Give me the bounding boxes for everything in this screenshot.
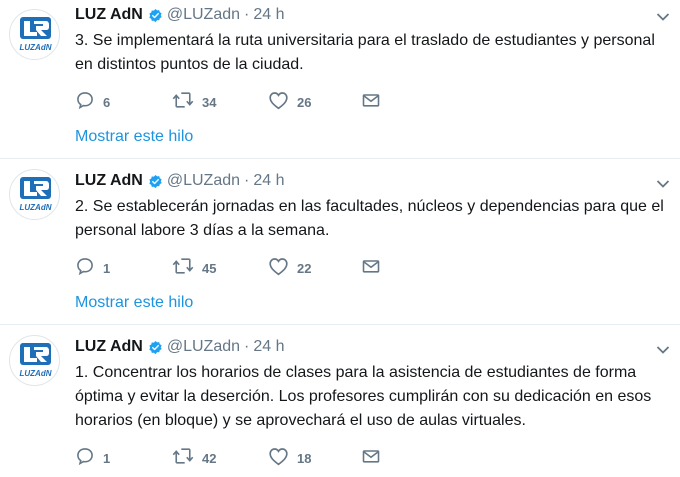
luz-adn-logo-icon: LUZAdN	[20, 177, 52, 212]
tweet-text: 2. Se establecerán jornadas en las facul…	[75, 195, 670, 243]
svg-text:LUZAdN: LUZAdN	[20, 203, 52, 212]
verified-icon	[148, 340, 163, 355]
like-button[interactable]: 26	[268, 90, 312, 115]
direct-message-button[interactable]	[361, 448, 381, 468]
tweet-text: 3. Se implementará la ruta universitaria…	[75, 29, 670, 77]
direct-message-button[interactable]	[361, 258, 381, 278]
luz-adn-logo-icon: LUZAdN	[20, 343, 52, 378]
retweet-button[interactable]: 34	[172, 90, 217, 115]
retweet-button[interactable]: 42	[172, 446, 217, 471]
tweet[interactable]: LUZAdN LUZ AdN @LUZadn · 24 h 1. Concent…	[0, 326, 680, 477]
timestamp[interactable]: 24 h	[253, 172, 284, 190]
tweet-actions: 1 45 22	[75, 256, 405, 281]
user-handle[interactable]: @LUZadn	[167, 338, 240, 356]
chevron-down-icon[interactable]	[656, 9, 670, 27]
retweet-icon	[172, 90, 194, 115]
avatar[interactable]: LUZAdN	[9, 335, 60, 386]
like-button[interactable]: 18	[268, 446, 312, 471]
user-handle[interactable]: @LUZadn	[167, 172, 240, 190]
show-thread-link[interactable]: Mostrar este hilo	[75, 294, 193, 312]
tweet-text-line: 3. Se implementará la ruta universitaria…	[75, 32, 655, 49]
svg-text:LUZAdN: LUZAdN	[20, 369, 52, 378]
avatar[interactable]: LUZAdN	[9, 9, 60, 60]
display-name[interactable]: LUZ AdN	[75, 172, 143, 190]
reply-button[interactable]: 1	[75, 446, 111, 471]
like-icon	[268, 90, 289, 115]
tweet-text-line: en distintos puntos de la ciudad.	[75, 56, 304, 73]
direct-message-icon	[361, 446, 381, 471]
retweet-count: 34	[202, 94, 217, 110]
retweet-count: 45	[202, 260, 217, 276]
tweet-text: 1. Concentrar los horarios de clases par…	[75, 361, 670, 433]
tweet-text-line: personal labore 3 días a la semana.	[75, 222, 330, 239]
like-icon	[268, 256, 289, 281]
tweet-text-line: 1. Concentrar los horarios de clases par…	[75, 364, 637, 381]
user-handle[interactable]: @LUZadn	[167, 6, 240, 24]
reply-icon	[75, 90, 95, 115]
chevron-down-icon[interactable]	[656, 342, 670, 360]
separator-dot: ·	[244, 6, 250, 23]
luz-adn-logo-icon: LUZAdN	[20, 17, 52, 52]
verified-icon	[148, 8, 163, 23]
verified-icon	[148, 174, 163, 189]
tweet[interactable]: LUZAdN LUZ AdN @LUZadn · 24 h 3. Se impl…	[0, 0, 680, 159]
direct-message-icon	[361, 90, 381, 115]
retweet-icon	[172, 446, 194, 471]
tweet[interactable]: LUZAdN LUZ AdN @LUZadn · 24 h 2. Se esta…	[0, 160, 680, 325]
tweet-header: LUZ AdN @LUZadn · 24 h	[75, 335, 284, 359]
display-name[interactable]: LUZ AdN	[75, 6, 143, 24]
reply-icon	[75, 446, 95, 471]
like-button[interactable]: 22	[268, 256, 312, 281]
tweet-actions: 6 34 26	[75, 90, 405, 115]
direct-message-icon	[361, 256, 381, 281]
timestamp[interactable]: 24 h	[253, 6, 284, 24]
reply-count: 1	[103, 450, 111, 466]
tweet-text-line: óptima y evitar la deserción. Los profes…	[75, 388, 652, 405]
reply-count: 1	[103, 260, 111, 276]
tweet-header: LUZ AdN @LUZadn · 24 h	[75, 3, 284, 27]
tweet-text-line: 2. Se establecerán jornadas en las facul…	[75, 198, 664, 215]
separator-dot: ·	[244, 338, 250, 355]
avatar[interactable]: LUZAdN	[9, 169, 60, 220]
like-icon	[268, 446, 289, 471]
svg-text:LUZAdN: LUZAdN	[20, 43, 52, 52]
reply-icon	[75, 256, 95, 281]
retweet-icon	[172, 256, 194, 281]
separator-dot: ·	[244, 172, 250, 189]
direct-message-button[interactable]	[361, 92, 381, 112]
tweet-text-line: horarios (en bloque) y se aprovechará el…	[75, 412, 526, 429]
reply-button[interactable]: 6	[75, 90, 111, 115]
reply-button[interactable]: 1	[75, 256, 111, 281]
tweet-header: LUZ AdN @LUZadn · 24 h	[75, 169, 284, 193]
show-thread-link[interactable]: Mostrar este hilo	[75, 128, 193, 146]
tweet-actions: 1 42 18	[75, 446, 405, 471]
retweet-button[interactable]: 45	[172, 256, 217, 281]
display-name[interactable]: LUZ AdN	[75, 338, 143, 356]
timestamp[interactable]: 24 h	[253, 338, 284, 356]
reply-count: 6	[103, 94, 111, 110]
like-count: 26	[297, 94, 312, 110]
retweet-count: 42	[202, 450, 217, 466]
chevron-down-icon[interactable]	[656, 176, 670, 194]
like-count: 22	[297, 260, 312, 276]
like-count: 18	[297, 450, 312, 466]
